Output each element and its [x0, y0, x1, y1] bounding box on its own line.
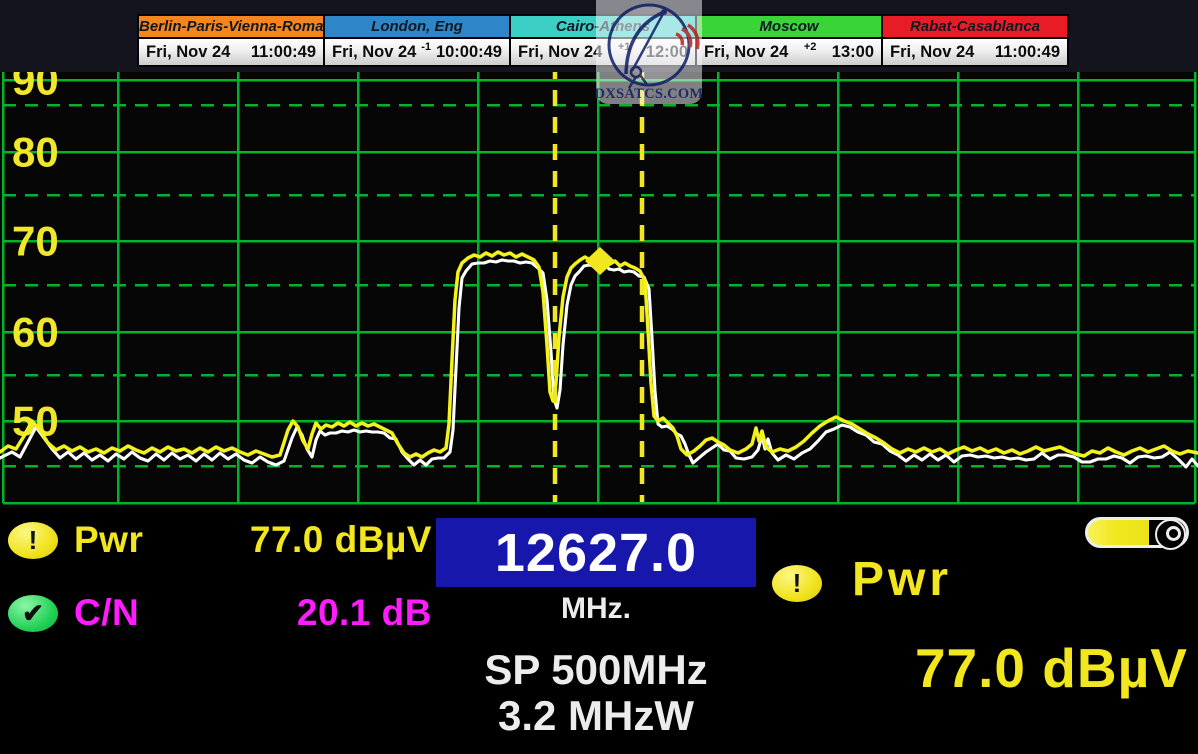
city-name: Rabat-Casablanca: [883, 16, 1067, 37]
check-icon: ✔: [8, 595, 58, 632]
toggle-knob[interactable]: [1155, 519, 1186, 550]
clock-city-berlin: Berlin-Paris-Vienna-Roma Fri, Nov 24 11:…: [139, 16, 325, 65]
center-frequency-display: 12627.0: [436, 518, 756, 587]
center-frequency-value: 12627.0: [495, 522, 697, 584]
watermark-text: DXSATCS.COM: [596, 86, 702, 102]
city-name: London, Eng: [325, 16, 509, 37]
dxsatcs-watermark: DXSATCS.COM: [596, 0, 702, 104]
satellite-dish-logo-icon: DXSATCS.COM: [596, 0, 702, 104]
city-time: Fri, Nov 24 11:00:49: [883, 37, 1067, 65]
city-date: Fri, Nov 24: [518, 43, 602, 62]
utc-offset: -1: [416, 41, 436, 53]
warning-icon: !: [8, 522, 58, 559]
power-mode-toggle[interactable]: [1085, 517, 1189, 548]
span-setting: SP 500MHz: [436, 646, 756, 694]
city-date: Fri, Nov 24: [146, 43, 230, 62]
utc-offset: +2: [788, 41, 831, 53]
cn-value: 20.1 dB: [297, 592, 432, 634]
city-date: Fri, Nov 24: [332, 43, 416, 62]
bandwidth-setting: 3.2 MHzW: [436, 692, 756, 740]
city-time: Fri, Nov 24 +2 13:00: [697, 37, 881, 65]
warning-icon: !: [772, 565, 822, 602]
big-pwr-value: 77.0 dBµV: [915, 636, 1188, 700]
big-pwr-label: Pwr: [852, 552, 952, 607]
city-time: Fri, Nov 24 -1 10:00:49: [325, 37, 509, 65]
clock-city-moscow: Moscow Fri, Nov 24 +2 13:00: [697, 16, 883, 65]
clock-city-london: London, Eng Fri, Nov 24 -1 10:00:49: [325, 16, 511, 65]
city-clock: 13:00: [832, 43, 874, 62]
city-clock: 10:00:49: [436, 43, 502, 62]
city-clock: 11:00:49: [995, 43, 1060, 62]
spectrum-analyzer-screen: 9080706050 Berlin-Paris-Vienna-Roma Fri,…: [0, 0, 1198, 754]
pwr-readout-row: ! Pwr 77.0 dBµV: [8, 519, 432, 561]
pwr-value: 77.0 dBµV: [250, 519, 432, 561]
city-time: Fri, Nov 24 11:00:49: [139, 37, 323, 65]
y-axis-label: 60: [12, 309, 59, 356]
city-clock: 11:00:49: [251, 43, 316, 62]
y-axis-label: 70: [12, 218, 59, 265]
city-date: Fri, Nov 24: [704, 43, 788, 62]
clock-city-rabat: Rabat-Casablanca Fri, Nov 24 11:00:49: [883, 16, 1067, 65]
city-name: Berlin-Paris-Vienna-Roma: [139, 16, 323, 37]
city-date: Fri, Nov 24: [890, 43, 974, 62]
y-axis-label: 50: [12, 398, 59, 445]
city-name: Moscow: [697, 16, 881, 37]
readout-panel: ! Pwr 77.0 dBµV ✔ C/N 20.1 dB 12627.0 MH…: [0, 508, 1198, 754]
y-axis-label: 80: [12, 129, 59, 176]
cn-readout-row: ✔ C/N 20.1 dB: [8, 592, 432, 634]
cn-label: C/N: [74, 592, 139, 634]
pwr-label: Pwr: [74, 519, 143, 561]
toggle-knob-ring-icon: [1166, 526, 1181, 541]
frequency-unit: MHz.: [436, 592, 756, 626]
